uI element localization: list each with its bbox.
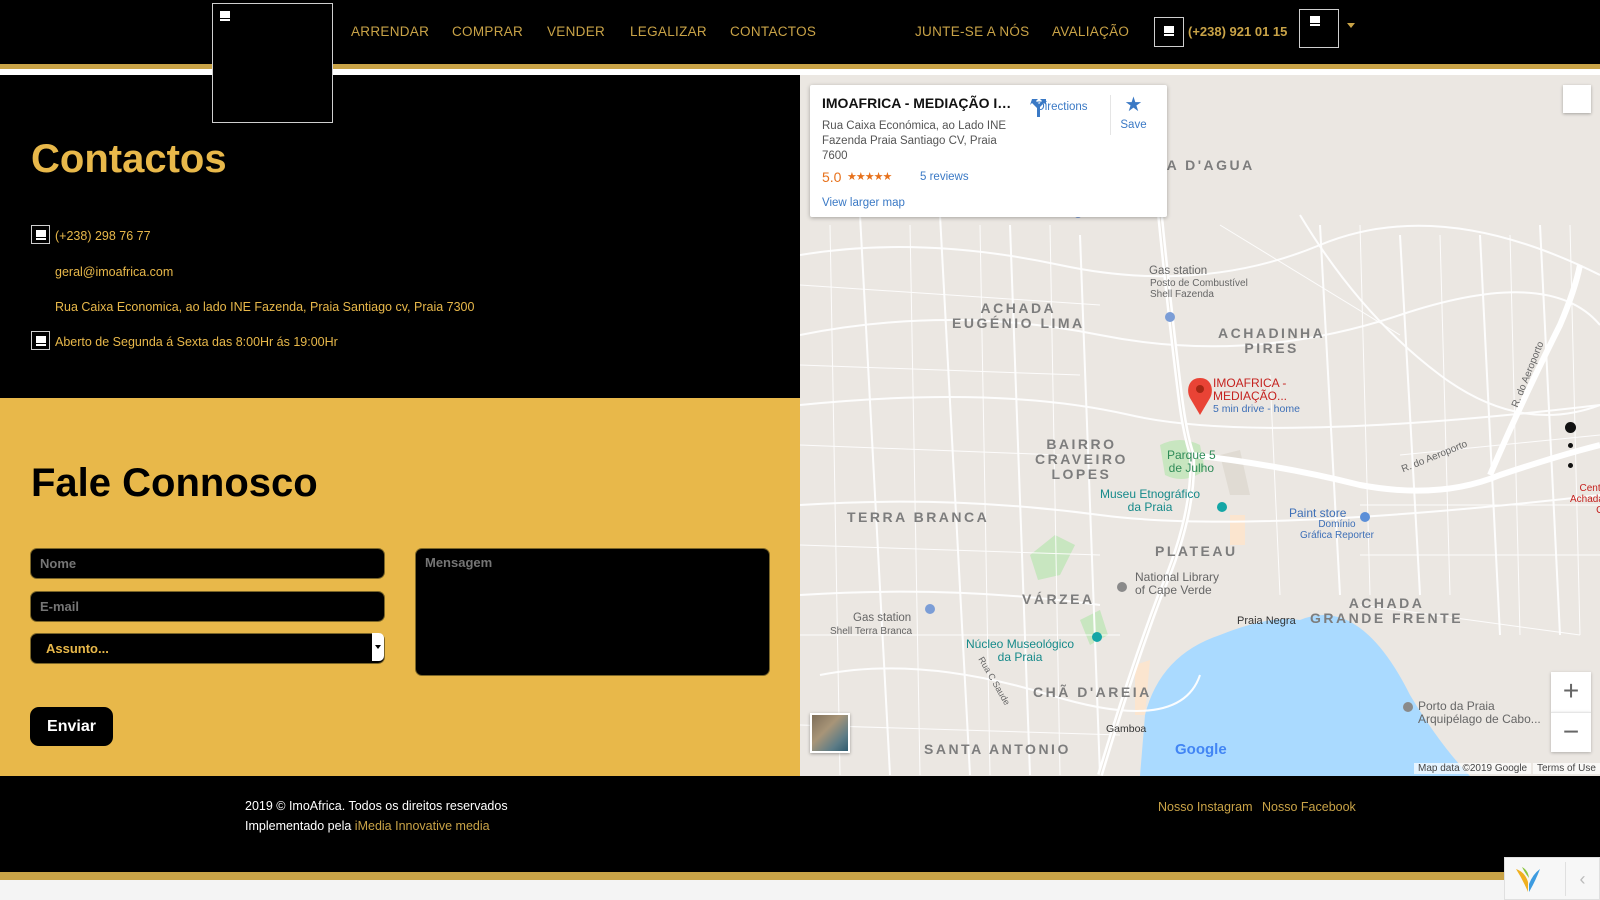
place-address: Rua Caixa Económica, ao Lado INE Fazenda… [822, 120, 1007, 162]
pagination-dot[interactable] [1565, 422, 1576, 433]
email-input[interactable] [30, 591, 385, 622]
pagination-dot[interactable] [1568, 443, 1573, 448]
save-label: Save [1120, 119, 1147, 131]
google-map[interactable]: NTA D'AGUA ACHADA EUGÉNIO LIMA ACHADINHA… [800, 75, 1600, 776]
map-attribution: Map data ©2019 Google [1414, 763, 1532, 774]
nav-vender[interactable]: VENDER [547, 24, 605, 39]
view-larger-map-link[interactable]: View larger map [822, 197, 905, 209]
contacts-title: Contactos [31, 137, 227, 181]
place-info-card: IMOAFRICA - MEDIAÇÃO IMO... Rua Caixa Ec… [810, 85, 1167, 217]
rating-stars-icon: ★★★★★ [847, 171, 892, 183]
contact-address: Rua Caixa Economica, ao lado INE Fazenda… [55, 300, 475, 314]
map-poi-label[interactable]: Parque 5 de Julho [1167, 449, 1216, 475]
logo-image-icon [219, 10, 231, 22]
map-area-label: ACHADINHA PIRES [1218, 325, 1326, 356]
clock-icon [31, 331, 50, 350]
form-title: Fale Connosco [31, 461, 318, 505]
reviews-link[interactable]: 5 reviews [920, 171, 969, 183]
map-poi-label[interactable]: Museu Etnográfico da Praia [1100, 488, 1200, 514]
map-area-label: SANTA ANTONIO [924, 741, 1071, 757]
name-input[interactable] [30, 548, 385, 579]
yii-logo-icon[interactable] [1513, 864, 1543, 894]
send-button[interactable]: Enviar [30, 707, 113, 746]
language-flag-icon[interactable] [1299, 9, 1339, 48]
site-footer: 2019 © ImoAfrica. Todos os direitos rese… [0, 776, 1600, 872]
language-dropdown-caret-icon[interactable] [1347, 23, 1355, 28]
star-icon: ★ [1124, 94, 1143, 116]
map-poi-label: Praia Negra [1237, 615, 1296, 627]
implemented-by: Implementado pela iMedia Innovative medi… [245, 819, 490, 833]
fullscreen-button[interactable] [1563, 85, 1591, 113]
directions-button[interactable]: Directions [1028, 97, 1096, 117]
message-textarea[interactable] [415, 548, 770, 676]
map-poi-sublabel: Domínio Gráfica Reporter [1300, 519, 1374, 541]
zoom-in-button[interactable]: + [1551, 672, 1591, 712]
map-area-label: VÁRZEA [1022, 591, 1095, 607]
contacts-section: Contactos (+238) 298 76 77 geral@imoafri… [0, 75, 800, 398]
nav-comprar[interactable]: COMPRAR [452, 24, 523, 39]
map-area-label: ACHADA GRANDE FRENTE [1310, 595, 1464, 626]
phone-icon [1154, 17, 1184, 47]
map-area-label: CHÃ D'AREIA [1033, 684, 1152, 700]
map-poi-label[interactable]: Gas station [853, 612, 911, 624]
nav-junte-se[interactable]: JUNTE-SE A NÓS [915, 24, 1029, 39]
imedia-link[interactable]: iMedia Innovative media [355, 819, 490, 833]
phone-icon [31, 225, 50, 244]
toolbar-toggle-icon[interactable]: ‹ [1565, 862, 1599, 896]
map-poi-label[interactable]: National Library of Cape Verde [1135, 571, 1219, 597]
google-logo: Google [1175, 741, 1227, 758]
map-poi-label[interactable]: Porto da Praia Arquipélago de Cabo... [1418, 700, 1541, 726]
terms-link[interactable]: Terms of Use [1533, 763, 1600, 774]
map-poi-label[interactable]: Paint store [1289, 506, 1346, 520]
contact-email[interactable]: geral@imoafrica.com [55, 265, 173, 279]
nav-contactos[interactable]: CONTACTOS [730, 24, 816, 39]
header-phone[interactable]: (+238) 921 01 15 [1188, 24, 1287, 39]
place-title: IMOAFRICA - MEDIAÇÃO IMO... [822, 95, 1022, 111]
map-area-label: BAIRRO CRAVEIRO LOPES [1035, 436, 1128, 482]
save-button[interactable]: ★ Save [1110, 95, 1156, 135]
chevron-down-icon[interactable] [372, 633, 384, 661]
directions-icon [1030, 99, 1046, 117]
map-poi-label: Gamboa [1106, 723, 1147, 735]
contact-form-section: Fale Connosco Assunto... Enviar [0, 398, 800, 776]
debug-toolbar: ‹ [1504, 857, 1600, 900]
place-rating: 5.0 [822, 169, 842, 185]
nav-avaliacao[interactable]: AVALIAÇÃO [1052, 24, 1129, 39]
map-area-label: TERRA BRANCA [847, 509, 990, 525]
map-poi-label: Centr Achada G [1570, 483, 1600, 516]
map-area-label: ACHADA EUGÉNIO LIMA [952, 300, 1085, 331]
footer-divider [0, 872, 1600, 900]
map-poi-sublabel: Shell Terra Branca [830, 626, 913, 637]
pagination-dot[interactable] [1568, 463, 1573, 468]
nav-legalizar[interactable]: LEGALIZAR [630, 24, 707, 39]
site-logo[interactable] [212, 3, 333, 123]
contact-phone[interactable]: (+238) 298 76 77 [55, 229, 151, 243]
contact-hours: Aberto de Segunda á Sexta das 8:00Hr ás … [55, 335, 338, 349]
nav-arrendar[interactable]: ARRENDAR [351, 24, 429, 39]
map-pin-sublabel: 5 min drive - home [1213, 403, 1300, 415]
map-poi-label[interactable]: Gas station [1149, 265, 1207, 277]
map-area-label: PLATEAU [1155, 543, 1238, 559]
satellite-toggle[interactable] [810, 713, 850, 753]
map-pin-label[interactable]: IMOAFRICA - MEDIAÇÃO... [1213, 377, 1287, 403]
subject-select[interactable]: Assunto... [30, 633, 385, 664]
copyright-text: 2019 © ImoAfrica. Todos os direitos rese… [245, 799, 508, 813]
facebook-link[interactable]: Nosso Facebook [1262, 800, 1356, 814]
instagram-link[interactable]: Nosso Instagram [1158, 800, 1252, 814]
map-poi-sublabel: Posto de Combustível Shell Fazenda [1150, 278, 1248, 300]
zoom-out-button[interactable]: − [1551, 712, 1591, 752]
